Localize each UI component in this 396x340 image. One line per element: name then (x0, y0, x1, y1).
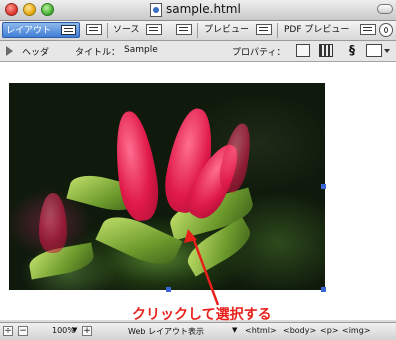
photo-bud (216, 121, 256, 195)
tab-separator (277, 23, 278, 38)
breadcrumb-body[interactable]: <body> (283, 326, 316, 335)
zoom-out-button[interactable]: − (18, 326, 28, 336)
tab-separator (197, 23, 198, 38)
tab-layout-label: レイアウト (6, 26, 52, 36)
layout-split-icon[interactable] (86, 24, 102, 35)
breadcrumb-p[interactable]: <p> (320, 326, 338, 335)
zoom-stepper[interactable]: ÷ (3, 326, 13, 336)
header-triangle-icon[interactable] (6, 46, 13, 56)
property-label: プロパティ： (232, 48, 286, 58)
properties-bar: ヘッダ タイトル： Sample プロパティ： § (0, 41, 396, 62)
window-titlebar: sample.html (0, 0, 396, 21)
zoom-menu-icon[interactable]: ▼ (72, 326, 77, 334)
tab-preview[interactable]: プレビュー (204, 22, 249, 38)
tab-layout[interactable]: レイアウト (2, 22, 80, 38)
toolbar-toggle-button[interactable] (377, 4, 393, 14)
status-bar: ÷ − 100% ▼ + Web レイアウト表示 ▼ <html> <body>… (0, 322, 396, 340)
selection-handle-corner[interactable] (321, 287, 326, 292)
title-label: タイトル： (75, 48, 121, 58)
minimize-window-button[interactable] (23, 3, 36, 16)
zoom-window-button[interactable] (41, 3, 54, 16)
dropdown-menu-icon[interactable] (384, 49, 390, 53)
sync-icon[interactable] (379, 23, 393, 37)
layout-view-icon (61, 25, 76, 35)
split-view-icon[interactable] (176, 24, 192, 35)
title-value[interactable]: Sample (124, 45, 158, 55)
view-mode-tabbar: レイアウト ソース プレビュー PDF プレビュー (0, 21, 396, 41)
breadcrumb-html[interactable]: <html> (245, 326, 277, 335)
film-icon[interactable] (319, 44, 333, 57)
object-icon[interactable] (366, 44, 382, 57)
selection-handle-right[interactable] (321, 184, 326, 189)
tab-source[interactable]: ソース (113, 22, 140, 38)
photo-bud (39, 193, 67, 253)
preview-icon[interactable] (256, 24, 272, 35)
window-title: sample.html (166, 2, 241, 16)
selection-handle-bottom[interactable] (166, 287, 171, 292)
properties-icon[interactable] (296, 44, 310, 57)
tab-separator (107, 23, 108, 38)
zoom-in-button[interactable]: + (82, 326, 92, 336)
flower-photo[interactable] (9, 83, 325, 290)
annotation-arrow (184, 229, 220, 306)
tab-pdf-preview[interactable]: PDF プレビュー (284, 22, 349, 38)
view-mode-select[interactable]: Web レイアウト表示 (128, 326, 204, 337)
close-window-button[interactable] (5, 3, 18, 16)
view-mode-menu-icon[interactable]: ▼ (232, 326, 237, 334)
breadcrumb-img[interactable]: <img> (342, 326, 371, 335)
annotation-label: クリックして選択する (132, 307, 272, 323)
pdf-preview-icon[interactable] (360, 24, 376, 35)
source-view-icon[interactable] (146, 24, 162, 35)
css-icon[interactable]: § (345, 44, 359, 57)
header-label[interactable]: ヘッダ (22, 45, 49, 58)
document-icon (150, 3, 162, 17)
